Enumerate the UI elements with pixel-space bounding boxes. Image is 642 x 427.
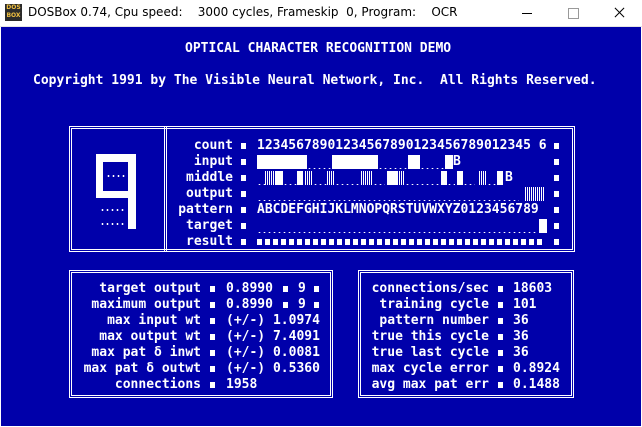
separator [210,286,215,292]
separator [241,239,246,245]
separator [283,286,288,292]
separator [554,159,559,165]
separator [554,239,559,245]
output-stat-value: 0.8990 [226,297,273,312]
label-middle: middle [186,170,233,185]
training-stat-value: 36 [513,345,529,360]
output-stat-label: max pat δ inwt [91,345,201,360]
separator [498,366,503,372]
label-target: target [186,218,233,233]
output-stat-value: (+/-) 0.0081 [226,345,320,360]
panel-divider [164,126,167,252]
output-stat-extra: 9 [298,281,306,296]
separator [283,302,288,308]
dosbox-icon: DOS BOX [5,4,22,21]
input-digit-glyph [96,154,136,229]
maximize-button[interactable] [550,0,596,26]
dos-screen[interactable]: OPTICAL CHARACTER RECOGNITION DEMO Copyr… [1,27,641,426]
dosbox-window: DOS BOX DOSBox 0.74, Cpu speed: 3000 cyc… [0,0,642,427]
separator [314,286,319,292]
training-stat-label: training cycle [379,297,489,312]
output-stat-label: max output wt [99,329,201,344]
training-stat-value: 101 [513,297,537,312]
output-stat-value: 0.8990 [226,281,273,296]
program-title: OPTICAL CHARACTER RECOGNITION DEMO [185,41,452,56]
separator [241,159,246,165]
input-row: B [257,154,547,170]
separator [554,207,559,213]
training-stat-label: true last cycle [371,345,489,360]
output-stat-value: (+/-) 1.0974 [226,313,320,328]
separator [498,286,503,292]
label-output: output [186,186,233,201]
separator [241,143,246,149]
copyright-line: Copyright 1991 by The Visible Neural Net… [33,73,597,88]
middle-row: B [257,170,547,186]
separator [498,318,503,324]
training-stat-value: 0.8924 [513,361,560,376]
target-row [257,218,547,234]
training-stat-value: 36 [513,313,529,328]
output-stat-extra: 9 [298,297,306,312]
training-stat-label: max cycle error [371,361,489,376]
separator [498,334,503,340]
icon-text: DOS BOX [6,4,21,19]
separator [241,207,246,213]
window-title: DOSBox 0.74, Cpu speed: 3000 cycles, Fra… [28,5,458,19]
middle-marker: B [505,170,513,185]
separator [498,350,503,356]
input-marker: B [453,154,461,169]
training-stat-value: 36 [513,329,529,344]
label-result: result [186,234,233,249]
separator [210,302,215,308]
separator [554,191,559,197]
separator [210,366,215,372]
label-count: count [193,138,233,153]
output-stat-label: max input wt [107,313,201,328]
training-stat-label: connections/sec [371,281,489,296]
output-stat-label: max pat δ outwt [83,361,201,376]
training-stat-label: true this cycle [371,329,489,344]
training-stat-label: pattern number [379,313,489,328]
separator [210,334,215,340]
label-pattern: pattern [178,202,233,217]
output-stat-label: maximum output [91,297,201,312]
minimize-button[interactable] [504,0,550,26]
output-row [257,186,547,202]
training-stat-label: avg max pat err [371,377,489,392]
separator [241,175,246,181]
output-stat-label: target output [99,281,201,296]
separator [554,143,559,149]
output-stat-value: (+/-) 7.4091 [226,329,320,344]
count-row: 12345678901234567890123456789012345 6 [257,138,547,153]
separator [314,302,319,308]
separator [498,302,503,308]
separator [210,318,215,324]
output-stat-value: 1958 [226,377,258,392]
training-stat-value: 0.1488 [513,377,560,392]
separator [498,382,503,388]
separator [554,223,559,229]
pattern-row: ABCDEFGHIJKLMNOPQRSTUVWXYZ0123456789 [257,202,539,217]
separator [241,191,246,197]
close-button[interactable] [596,0,642,26]
output-stat-label: connections [114,377,201,392]
title-bar[interactable]: DOS BOX DOSBox 0.74, Cpu speed: 3000 cyc… [0,0,642,27]
output-stat-value: (+/-) 0.5360 [226,361,320,376]
label-input: input [193,154,233,169]
training-stat-value: 18603 [513,281,553,296]
separator [241,223,246,229]
result-row [257,234,547,250]
separator [554,175,559,181]
separator [210,382,215,388]
separator [210,350,215,356]
